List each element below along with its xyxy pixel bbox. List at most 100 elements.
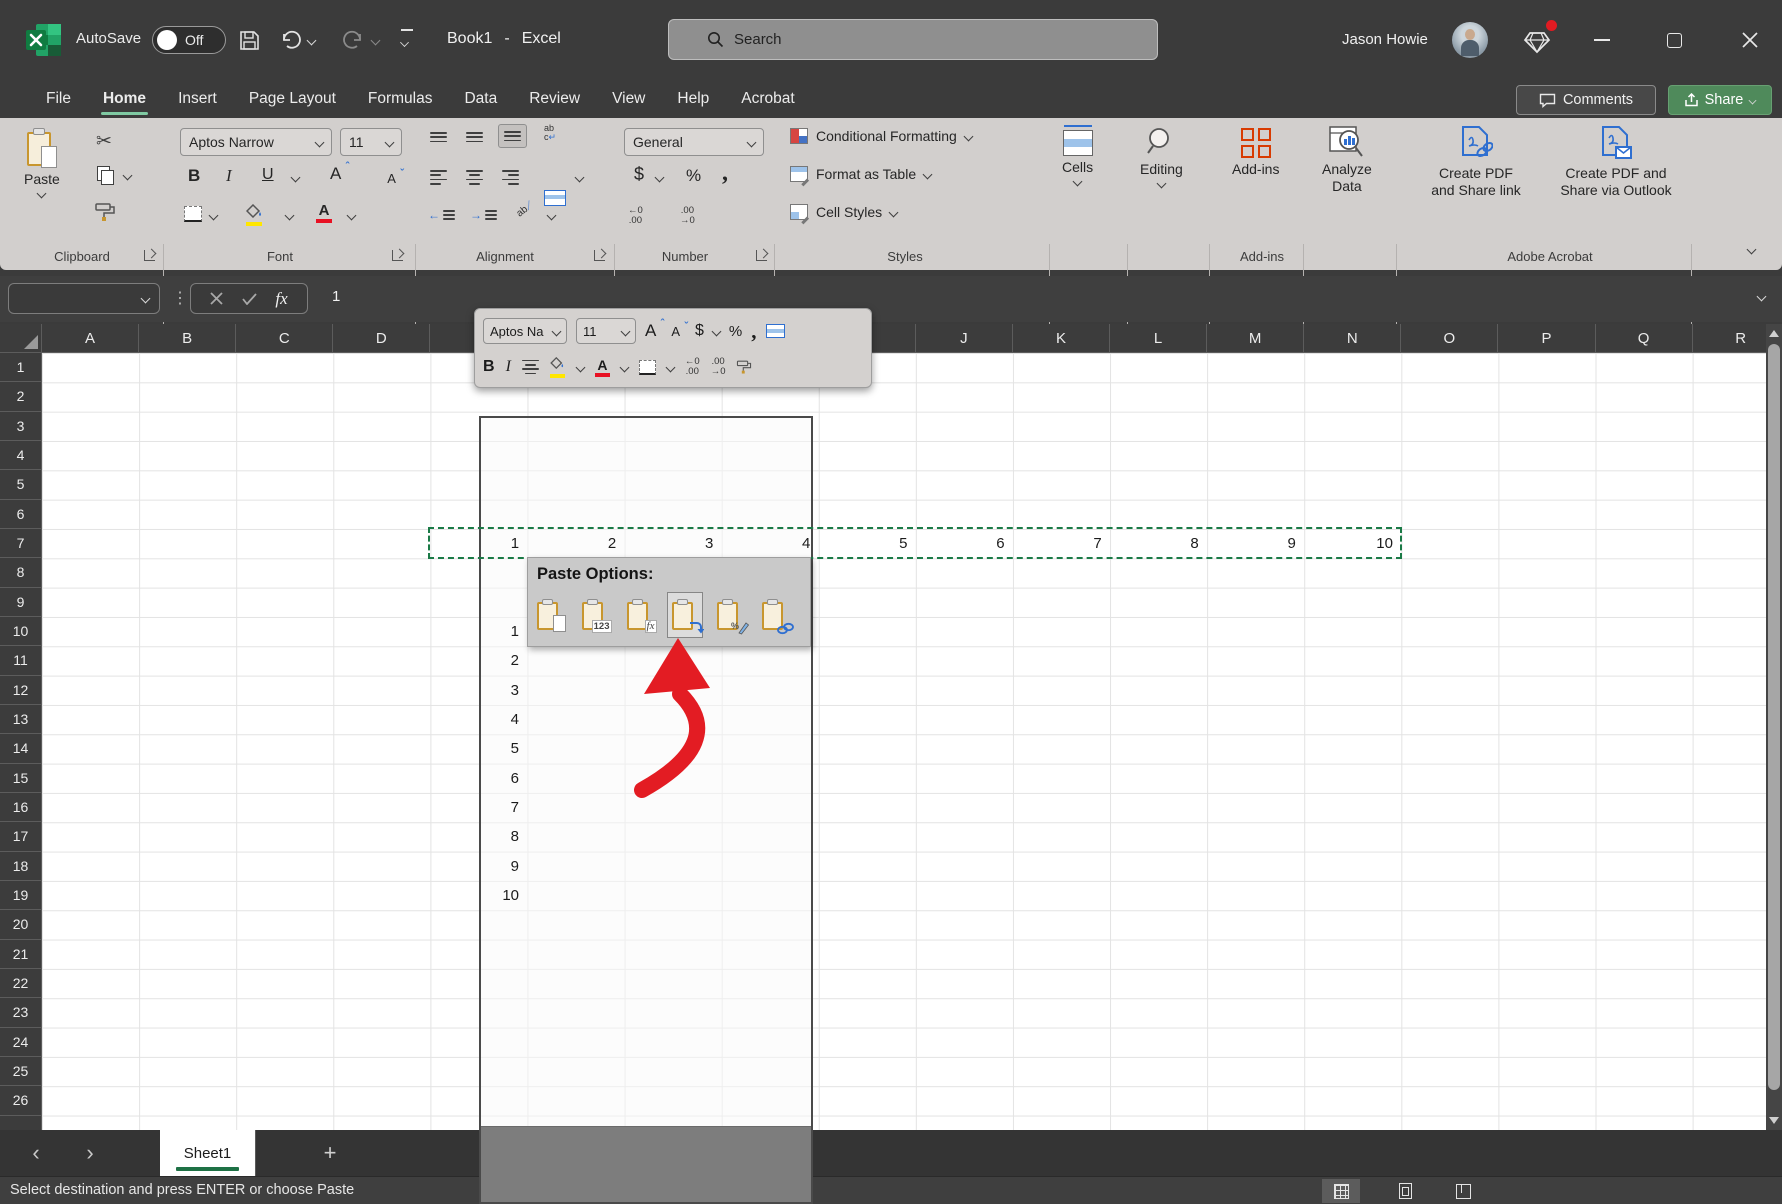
undo-dropdown-icon[interactable] (306, 35, 317, 46)
grid-cell-value[interactable]: 7 (1013, 529, 1110, 558)
grid-cell-value[interactable]: 8 (430, 822, 519, 851)
orientation-icon[interactable]: ab⟋ (515, 200, 536, 220)
grid-cell-value[interactable]: 8 (1110, 529, 1207, 558)
grid-cell-value[interactable]: 1 (430, 529, 527, 558)
font-size-select[interactable]: 11 (340, 128, 402, 156)
normal-view-button[interactable] (1322, 1179, 1360, 1203)
page-layout-view-button[interactable] (1386, 1179, 1424, 1203)
mini-comma-button[interactable]: , (751, 319, 756, 344)
column-header[interactable]: A (42, 324, 140, 352)
increase-decimal-button[interactable]: ←0 .00 (628, 206, 643, 226)
column-header[interactable]: J (916, 324, 1013, 352)
insert-function-icon[interactable]: fx (275, 289, 287, 309)
mini-decrease-decimal-button[interactable]: .00 →0 (711, 357, 726, 377)
font-color-button[interactable]: A (316, 202, 332, 223)
column-header[interactable]: K (1013, 324, 1111, 352)
decrease-decimal-button[interactable]: .00 →0 (680, 206, 695, 226)
editing-button[interactable]: Editing (1140, 126, 1183, 189)
row-header[interactable]: 10 (0, 617, 41, 647)
row-header[interactable]: 6 (0, 500, 41, 529)
middle-align-button[interactable] (466, 132, 483, 144)
column-header[interactable]: B (139, 324, 237, 352)
new-sheet-button[interactable]: + (316, 1139, 344, 1167)
row-header[interactable]: 13 (0, 705, 41, 735)
undo-button[interactable] (276, 26, 306, 54)
page-break-view-button[interactable] (1444, 1179, 1482, 1203)
grid-cell-value[interactable]: 6 (430, 764, 519, 793)
column-header[interactable]: N (1304, 324, 1402, 352)
cut-icon[interactable] (96, 130, 112, 153)
row-header[interactable]: 21 (0, 940, 41, 969)
borders-dropdown-icon[interactable] (208, 210, 219, 221)
create-pdf-share-outlook-button[interactable]: Create PDF and Share via Outlook (1546, 126, 1686, 199)
comma-style-button[interactable]: , (722, 160, 728, 187)
number-format-select[interactable]: General (624, 128, 764, 156)
grid-cell-value[interactable]: 4 (721, 529, 818, 558)
alignment-dialog-launcher-icon[interactable] (594, 250, 605, 261)
underline-button[interactable]: U (262, 166, 274, 184)
user-name[interactable]: Jason Howie (1342, 31, 1428, 48)
autosave-toggle[interactable]: Off (152, 26, 226, 54)
mini-fill-color-button[interactable] (549, 356, 566, 378)
search-bar[interactable] (668, 19, 1158, 60)
grid-cell-value[interactable]: 9 (1207, 529, 1304, 558)
close-button[interactable] (1727, 0, 1773, 80)
grid-cell-value[interactable]: 10 (1304, 529, 1401, 558)
mini-bold-button[interactable]: B (483, 358, 495, 376)
column-header[interactable]: D (333, 324, 431, 352)
mini-italic-button[interactable]: I (506, 358, 511, 376)
next-sheet-icon[interactable]: › (76, 1139, 104, 1167)
name-box[interactable] (8, 283, 160, 314)
borders-icon[interactable] (184, 206, 202, 222)
user-avatar[interactable] (1452, 22, 1488, 58)
tab-page-layout[interactable]: Page Layout (233, 80, 352, 118)
font-dialog-launcher-icon[interactable] (392, 250, 403, 261)
merge-dropdown-icon[interactable] (574, 172, 585, 183)
tab-file[interactable]: File (30, 80, 87, 118)
row-header[interactable]: 25 (0, 1057, 41, 1087)
format-painter-icon[interactable] (94, 202, 116, 222)
fill-color-dropdown-icon[interactable] (284, 210, 295, 221)
row-header[interactable]: 22 (0, 969, 41, 999)
mini-font-size-select[interactable]: 11 (576, 318, 636, 344)
previous-sheet-icon[interactable]: ‹ (22, 1139, 50, 1167)
align-right-button[interactable] (502, 170, 519, 185)
mini-align-center-icon[interactable] (521, 359, 539, 375)
select-all-corner[interactable] (0, 324, 42, 353)
scroll-up-icon[interactable] (1769, 330, 1779, 337)
enter-entry-icon[interactable] (242, 292, 257, 305)
mini-grow-font-button[interactable]: Aˆ (645, 318, 664, 341)
row-header[interactable]: 17 (0, 822, 41, 852)
row-header[interactable]: 9 (0, 588, 41, 617)
row-header[interactable]: 23 (0, 998, 41, 1028)
bottom-align-button[interactable] (498, 124, 527, 149)
tab-home[interactable]: Home (87, 80, 162, 118)
row-header[interactable]: 4 (0, 441, 41, 471)
decrease-indent-button[interactable]: ← (428, 208, 455, 222)
mini-increase-decimal-button[interactable]: ←0 .00 (685, 357, 700, 377)
mini-currency-button[interactable]: $ (695, 322, 704, 340)
column-header[interactable]: P (1498, 324, 1596, 352)
copy-dropdown-icon[interactable] (122, 170, 133, 181)
grid-cell-value[interactable]: 9 (430, 852, 519, 881)
paste-button[interactable]: Paste (24, 128, 60, 199)
expand-formula-bar-icon[interactable] (1756, 291, 1767, 302)
clipboard-dialog-launcher-icon[interactable] (144, 250, 155, 261)
row-header[interactable]: 14 (0, 734, 41, 764)
minimize-button[interactable] (1579, 0, 1625, 80)
mini-font-color-dropdown-icon[interactable] (619, 362, 630, 372)
name-box-input[interactable] (32, 290, 142, 307)
align-center-button[interactable] (466, 170, 483, 185)
grid-cell-value[interactable]: 2 (527, 529, 624, 558)
row-header[interactable]: 18 (0, 852, 41, 881)
addins-button[interactable]: Add-ins (1232, 128, 1279, 177)
comments-button[interactable]: Comments (1516, 85, 1656, 115)
row-header[interactable]: 16 (0, 793, 41, 823)
mini-fill-dropdown-icon[interactable] (575, 362, 586, 372)
format-as-table-button[interactable]: Format as Table (790, 166, 933, 186)
grid-cell-value[interactable]: 10 (430, 881, 519, 910)
tab-data[interactable]: Data (448, 80, 513, 118)
increase-indent-button[interactable]: → (470, 208, 497, 222)
quick-access-toolbar-button[interactable] (392, 26, 422, 54)
percent-button[interactable]: % (686, 166, 701, 186)
